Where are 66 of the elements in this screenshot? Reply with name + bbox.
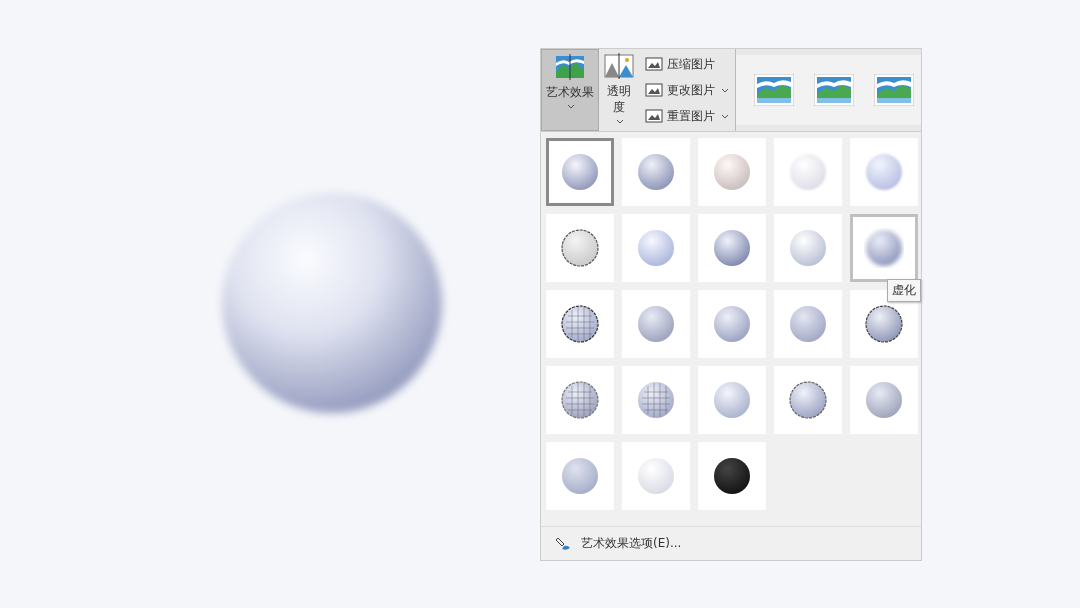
effect-tile[interactable] (698, 442, 766, 510)
effect-tile[interactable] (622, 366, 690, 434)
mountain-sun-icon (604, 53, 634, 79)
caret-icon (721, 87, 729, 93)
effect-tile[interactable] (774, 214, 842, 282)
effect-tile[interactable] (850, 138, 918, 206)
sphere-icon (636, 304, 676, 344)
ribbon-button[interactable]: 压缩图片 (643, 54, 731, 74)
effect-tile[interactable] (622, 290, 690, 358)
picture-icon (645, 57, 663, 71)
picture-icon (645, 109, 663, 123)
sphere-icon (788, 380, 828, 420)
tooltip: 虚化 (887, 279, 921, 302)
sphere-icon (712, 380, 752, 420)
sphere-icon (712, 152, 752, 192)
effect-tile[interactable] (698, 290, 766, 358)
caret-icon (616, 119, 624, 124)
effect-tile[interactable] (774, 366, 842, 434)
effect-tile[interactable] (546, 290, 614, 358)
landscape-icon (555, 54, 585, 80)
effect-tile[interactable] (546, 214, 614, 282)
effect-tile[interactable] (774, 138, 842, 206)
picture-style-thumbnail[interactable] (872, 72, 916, 108)
sphere-icon (636, 152, 676, 192)
picture-style-thumbnail[interactable] (752, 72, 796, 108)
picture-style-thumbnail[interactable] (812, 72, 856, 108)
sphere-icon (560, 456, 600, 496)
effect-tile[interactable] (546, 442, 614, 510)
effect-tile[interactable] (850, 366, 918, 434)
ribbon-button[interactable]: 艺术效果 (541, 49, 599, 131)
effect-tile[interactable] (698, 214, 766, 282)
caret-icon (567, 104, 575, 109)
caret-icon (721, 113, 729, 119)
sphere-icon (636, 228, 676, 268)
effect-tile[interactable] (774, 290, 842, 358)
sphere-icon (560, 380, 600, 420)
ribbon-button[interactable]: 重置图片 (643, 106, 731, 126)
button-label: 艺术效果 (546, 84, 594, 100)
sphere-icon (560, 228, 600, 268)
sphere-icon (712, 228, 752, 268)
button-label: 透明度 (606, 83, 632, 115)
sphere-icon (788, 304, 828, 344)
effect-tile[interactable] (546, 138, 614, 206)
sphere-icon (712, 456, 752, 496)
sphere-icon (864, 228, 904, 268)
sphere-icon (864, 304, 904, 344)
effect-tile[interactable] (622, 442, 690, 510)
sphere-icon (712, 304, 752, 344)
effect-tile[interactable] (622, 214, 690, 282)
sphere-icon (560, 152, 600, 192)
sphere-icon (864, 152, 904, 192)
sphere-icon (788, 152, 828, 192)
brush-icon (555, 535, 571, 552)
sphere-icon (864, 380, 904, 420)
effect-tile[interactable] (546, 366, 614, 434)
options-link[interactable]: 艺术效果选项(E)... (541, 526, 921, 560)
sphere-icon (788, 228, 828, 268)
effect-tile[interactable] (698, 138, 766, 206)
picture-icon (645, 83, 663, 97)
sphere-icon (636, 456, 676, 496)
sphere-icon (636, 380, 676, 420)
effect-tile[interactable] (698, 366, 766, 434)
ribbon-button[interactable]: 更改图片 (643, 80, 731, 100)
ribbon-button[interactable]: 透明度 (599, 49, 639, 131)
sphere-icon (560, 304, 600, 344)
effect-tile[interactable] (622, 138, 690, 206)
